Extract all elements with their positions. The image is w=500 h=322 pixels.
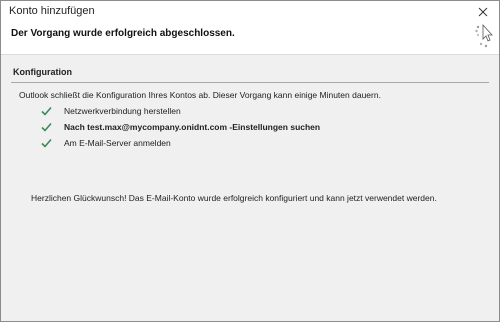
step-label: Am E-Mail-Server anmelden [64, 138, 171, 148]
title-bar: Konto hinzufügen [1, 1, 499, 23]
section-title: Konfiguration [13, 67, 72, 77]
configuration-panel: Konfiguration Outlook schließt die Konfi… [1, 54, 499, 321]
close-icon[interactable] [473, 3, 493, 21]
wait-cursor-icon [475, 23, 493, 48]
status-header: Der Vorgang wurde erfolgreich abgeschlos… [1, 23, 499, 54]
step-label: Netzwerkverbindung herstellen [64, 106, 181, 116]
checkmark-icon [41, 106, 52, 116]
intro-text: Outlook schließt die Konfiguration Ihres… [19, 90, 381, 100]
step-label: Nach test.max@mycompany.onidnt.com -Eins… [64, 122, 321, 132]
checkmark-icon [41, 138, 52, 148]
window-title: Konto hinzufügen [9, 5, 95, 17]
account-setup-dialog: Konto hinzufügen Der Vorgang wurde erfol… [0, 0, 500, 322]
section-divider [11, 82, 489, 83]
checkmark-icon [41, 122, 52, 132]
success-message: Herzlichen Glückwunsch! Das E-Mail-Konto… [31, 193, 437, 203]
status-headline: Der Vorgang wurde erfolgreich abgeschlos… [11, 28, 235, 39]
